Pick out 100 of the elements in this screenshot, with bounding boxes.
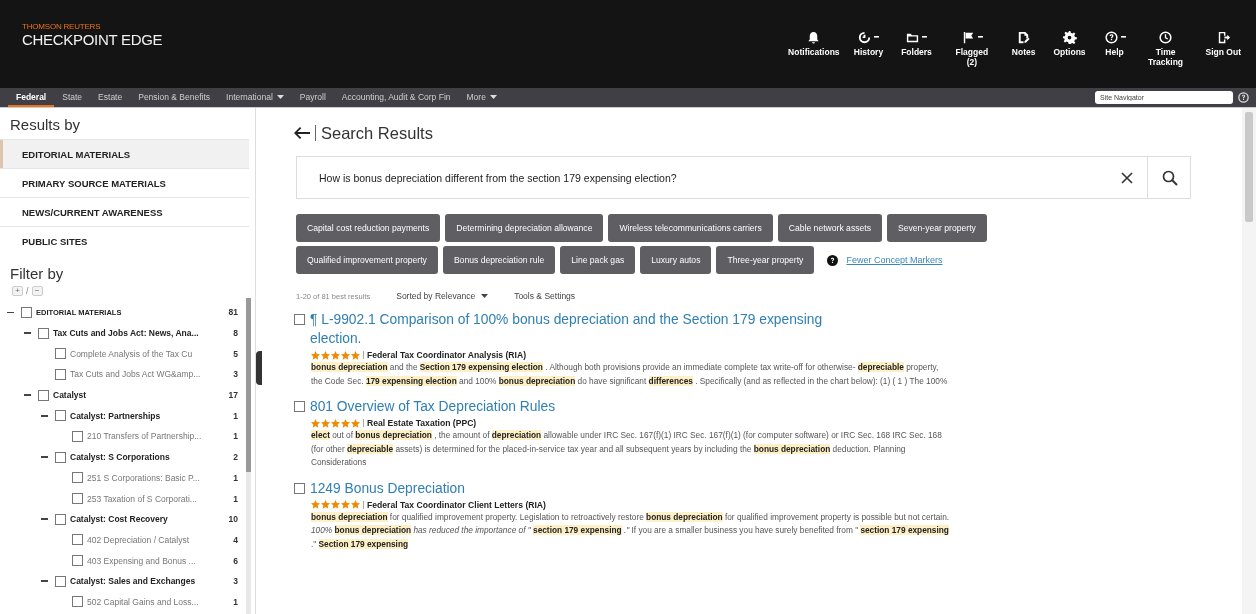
checkbox[interactable]	[55, 410, 66, 422]
toolbar-button[interactable]: Sign Out	[1196, 28, 1250, 68]
help-icon[interactable]	[827, 254, 839, 266]
results-category[interactable]: PRIMARY SOURCE MATERIALS	[0, 168, 249, 197]
collapse-handle[interactable]	[256, 351, 262, 385]
collapse-toggle[interactable]	[41, 580, 48, 583]
result-title-link[interactable]: 801 Overview of Tax Depreciation Rules	[310, 397, 556, 416]
checkbox[interactable]	[55, 513, 66, 525]
checkbox[interactable]	[294, 314, 305, 325]
filter-label: 210 Transfers of Partnership...	[87, 431, 203, 442]
back-arrow-icon[interactable]	[294, 127, 310, 139]
concept-chip[interactable]: Capital cost reduction payments	[296, 214, 441, 242]
checkbox[interactable]	[55, 348, 66, 360]
results-category[interactable]: NEWS/CURRENT AWARENESS	[0, 197, 249, 226]
result-count: 4	[233, 534, 238, 545]
search-icon[interactable]	[1162, 169, 1178, 186]
star-icon	[331, 500, 340, 509]
fewer-concepts-link[interactable]: Fewer Concept Markers	[846, 255, 943, 265]
page-title: Search Results	[321, 123, 433, 143]
nav-tab[interactable]: Pension & Benefits	[130, 88, 219, 107]
toolbar-button[interactable]: Folders	[892, 28, 941, 68]
scrollbar[interactable]	[246, 298, 251, 614]
help-icon[interactable]	[1237, 91, 1250, 104]
star-icon	[351, 418, 360, 428]
result-count: 5	[233, 348, 238, 359]
checkbox[interactable]	[72, 596, 83, 608]
nav-tab[interactable]: International	[218, 88, 292, 107]
result-snippet: bonus depreciation for qualified improvement property. Legislation to retroactively restore bonus depreciation for qualified improvement property is possible but not certain. 100% bonus depreciation has reduced the importance of " section 179 expensing ." If you are a smaller business you have surely benefited from " section 179 expensing ." Section 179 expensing	[311, 510, 951, 551]
filter-label: 502 Capital Gains and Loss...	[87, 596, 200, 607]
checkbox[interactable]	[21, 306, 32, 318]
result-count: 10	[228, 514, 238, 525]
result-count: 1	[233, 431, 238, 442]
nav-tab[interactable]: Payroll	[291, 88, 334, 107]
checkbox[interactable]	[72, 555, 83, 567]
results-category[interactable]: EDITORIAL MATERIALS	[0, 139, 249, 168]
filter-label: 402 Depreciation / Catalyst	[87, 534, 191, 545]
checkbox[interactable]	[72, 472, 83, 484]
result-title-link[interactable]: ¶ L-9902.1 Comparison of 100% bonus depreciation and the Section 179 expensing election.	[310, 310, 870, 348]
concept-chip[interactable]: Luxury autos	[640, 246, 712, 274]
nav-tab[interactable]: Accounting, Audit & Corp Fin	[333, 88, 459, 107]
filter-label: 251 S Corporations: Basic P...	[87, 472, 201, 483]
checkbox[interactable]	[55, 575, 66, 587]
concept-chip[interactable]: Three-year property	[716, 246, 815, 274]
toolbar-button[interactable]: Notes	[1002, 28, 1045, 68]
sort-dropdown[interactable]: Sorted by Relevance	[396, 291, 489, 301]
checkbox[interactable]	[294, 401, 305, 412]
result-title-link[interactable]: 1249 Bonus Depreciation	[310, 478, 465, 498]
history-icon	[857, 29, 873, 45]
concept-chip[interactable]: Line pack gas	[560, 246, 636, 274]
collapse-all-button[interactable]: −	[31, 286, 43, 296]
checkbox[interactable]	[38, 389, 49, 401]
result-count: 6	[233, 555, 238, 566]
expand-all-button[interactable]: +	[12, 286, 23, 296]
toolbar-button[interactable]: History	[844, 28, 893, 68]
concept-chip[interactable]: Seven-year property	[886, 214, 987, 242]
tools-settings-button[interactable]: Tools & Settings	[514, 291, 576, 301]
result-count: 81	[228, 307, 238, 318]
result-count: 1	[233, 596, 238, 607]
checkbox[interactable]	[72, 493, 83, 505]
filter-label: Tax Cuts and Jobs Act: News, Ana...	[53, 328, 200, 339]
checkbox[interactable]	[294, 482, 305, 494]
concept-chip[interactable]: Bonus depreciation rule	[442, 246, 556, 274]
concept-chip[interactable]: Wireless telecommunications carriers	[608, 214, 773, 242]
result-snippet: bonus depreciation and the Section 179 expensing election . Although both provisions provide an immediate complete tax write-off for otherwise- depreciable property, the Code Sec. 179 expensing election and 100% bonus depreciation do have significant differences . Specifically (and as reflected in the chart below): (1) ( 1 ) The 100%	[311, 361, 949, 388]
nav-tab[interactable]: Estate	[90, 88, 131, 107]
results-category[interactable]: PUBLIC SITES	[0, 226, 249, 255]
toolbar-button[interactable]: Notifications	[782, 28, 845, 68]
concept-chip[interactable]: Qualified improvement property	[296, 246, 438, 274]
close-icon[interactable]	[1121, 171, 1133, 184]
nav-tab[interactable]: State	[54, 88, 91, 107]
checkbox[interactable]	[55, 368, 66, 380]
star-icon	[331, 350, 340, 360]
toolbar-button[interactable]: Flagged (2)	[940, 28, 1003, 68]
result-count: 8	[233, 328, 238, 339]
toolbar-button[interactable]: Help	[1094, 28, 1135, 68]
filter-label: 403 Expensing and Bonus ...	[87, 555, 197, 566]
checkbox[interactable]	[72, 430, 83, 442]
separator-text: /	[26, 286, 29, 296]
nav-tab[interactable]: Federal	[8, 88, 55, 107]
toolbar-button[interactable]: Options	[1044, 28, 1095, 68]
concept-chip[interactable]: Cable network assets	[777, 214, 882, 242]
toolbar-button[interactable]: Time Tracking	[1134, 28, 1197, 68]
checkbox[interactable]	[55, 451, 66, 463]
result-count: 1	[233, 410, 238, 421]
search-field[interactable]: How is bonus depreciation different from the section 179 expensing election?	[296, 156, 1191, 199]
scrollbar[interactable]	[1242, 108, 1256, 614]
source-name: Federal Tax Coordinator Client Letters (RIA)	[367, 499, 546, 510]
star-icon	[311, 418, 320, 428]
checkbox[interactable]	[38, 327, 49, 339]
section-title: Results by	[9, 115, 82, 135]
nav-tab[interactable]: More	[458, 88, 505, 107]
filter-label: 253 Taxation of S Corporati...	[87, 493, 198, 504]
checkbox[interactable]	[72, 534, 83, 546]
collapse-toggle[interactable]	[7, 311, 14, 314]
filter-label: Catalyst: Sales and Exchanges	[70, 576, 197, 587]
result-count: 2	[233, 452, 238, 463]
filter-label: Catalyst: Partnerships	[70, 410, 162, 421]
star-icon	[341, 350, 350, 360]
concept-chip[interactable]: Determining depreciation allowance	[445, 214, 604, 242]
product-logo[interactable]: CHECKPOINT EDGE	[22, 31, 163, 48]
